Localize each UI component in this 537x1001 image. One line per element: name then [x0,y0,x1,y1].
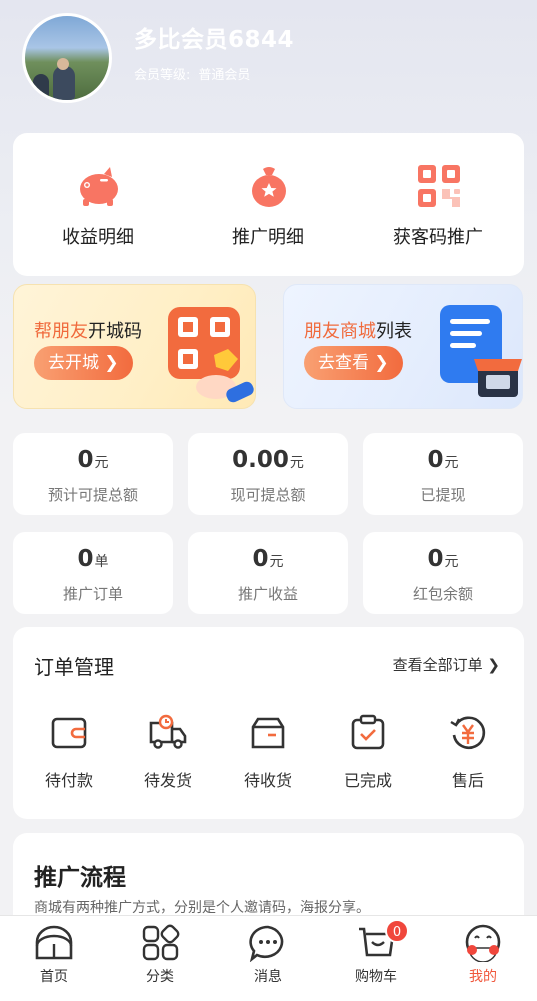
promo-open-city-code[interactable]: 帮朋友开城码 去开城 ❯ [13,284,256,409]
promo-title: 帮朋友开城码 [34,321,142,342]
quick-actions-card: 收益明细 推广明细 获客码推广 [13,133,524,276]
wallet-icon [51,717,87,749]
username: 多比会员6844 [134,27,295,53]
stat-label: 红包余额 [412,585,473,603]
package-box-icon [251,717,285,749]
order-pending-payment[interactable]: 待付款 [19,713,119,791]
quick-item-label: 推广明细 [232,227,304,248]
promotion-process-description: 商城有两种推广方式，分别是个人邀请码，海报分享。 [34,900,370,916]
quick-item-qrcode[interactable]: 获客码推广 [353,133,523,276]
order-pending-receipt[interactable]: 待收货 [218,713,318,791]
qr-code-hand-icon [168,307,254,403]
stat-label: 预计可提总额 [47,486,138,504]
stat-value: 0元 [77,447,109,473]
stat-value: 0元 [252,546,284,572]
order-management-title: 订单管理 [34,655,114,679]
order-item-label: 待发货 [143,771,192,790]
stat-value: 0元 [427,546,459,572]
tab-messages[interactable]: 消息 [228,924,308,986]
money-bag-icon [252,167,286,207]
shop-list-icon [440,305,522,397]
home-icon [35,925,73,960]
order-pending-shipment[interactable]: 待发货 [118,713,218,791]
promo-friend-mall-list[interactable]: 朋友商城列表 去查看 ❯ [283,284,523,409]
order-item-label: 待付款 [44,771,93,790]
member-level: 会员等级: 普通会员 [134,64,258,83]
promo-title: 朋友商城列表 [304,321,412,342]
member-level-value: 普通会员 [198,68,251,83]
order-item-label: 待收货 [243,771,292,790]
promotion-process-title: 推广流程 [34,865,126,891]
tab-label: 购物车 [355,969,397,985]
open-city-button[interactable]: 去开城 ❯ [34,346,133,380]
quick-item-label: 收益明细 [62,227,134,248]
quick-item-label: 获客码推广 [393,227,483,248]
piggy-bank-icon [80,167,118,206]
stat-label: 已提现 [420,486,466,504]
order-item-label: 已完成 [343,771,392,790]
home-indicator-area [0,990,537,1001]
order-after-sales[interactable]: 售后 [418,713,518,791]
category-icon [142,924,180,961]
clipboard-check-icon [351,714,385,750]
stat-label: 现可提总额 [230,486,306,504]
qr-code-icon [418,165,460,207]
stat-promotion-orders[interactable]: 0单 推广订单 [13,532,173,614]
tab-cart[interactable]: 0 购物车 [336,919,416,986]
tab-home[interactable]: 首页 [14,924,94,986]
tab-category[interactable]: 分类 [120,924,200,986]
stat-promotion-earnings[interactable]: 0元 推广收益 [188,532,348,614]
profile-header: 多比会员6844 会员等级: 普通会员 [0,0,537,120]
quick-item-promotion[interactable]: 推广明细 [183,133,353,276]
delivery-truck-icon [149,714,187,749]
stat-red-packet-balance[interactable]: 0元 红包余额 [363,532,523,614]
order-completed[interactable]: 已完成 [318,713,418,791]
stat-label: 推广订单 [62,585,123,603]
tab-label: 首页 [40,969,68,985]
stat-value: 0元 [427,447,459,473]
profile-icon [465,924,501,962]
avatar[interactable] [22,13,112,103]
tab-label: 我的 [469,969,497,985]
cart-badge: 0 [385,919,409,943]
member-level-label: 会员等级: [134,68,191,83]
stat-value: 0单 [77,546,109,572]
view-all-orders-link[interactable]: 查看全部订单 ❯ [393,654,500,675]
tab-label: 消息 [254,969,282,985]
bottom-tab-bar: 首页 分类 消息 0 购物车 我的 [0,915,537,1001]
tab-profile[interactable]: 我的 [443,924,523,986]
stat-current-withdrawable[interactable]: 0.00元 现可提总额 [188,433,348,515]
order-item-label: 售后 [451,771,484,790]
refund-yuan-icon [450,716,486,750]
stat-value: 0.00元 [232,447,304,473]
stat-expected-withdrawable[interactable]: 0元 预计可提总额 [13,433,173,515]
order-management-card: 订单管理 查看全部订单 ❯ 待付款 待发货 待收货 已完成 售后 [13,627,524,819]
stat-label: 推广收益 [237,585,298,603]
stat-withdrawn[interactable]: 0元 已提现 [363,433,523,515]
tab-label: 分类 [146,969,174,985]
message-icon [249,925,284,962]
view-list-button[interactable]: 去查看 ❯ [304,346,403,380]
quick-item-earnings[interactable]: 收益明细 [13,133,183,276]
